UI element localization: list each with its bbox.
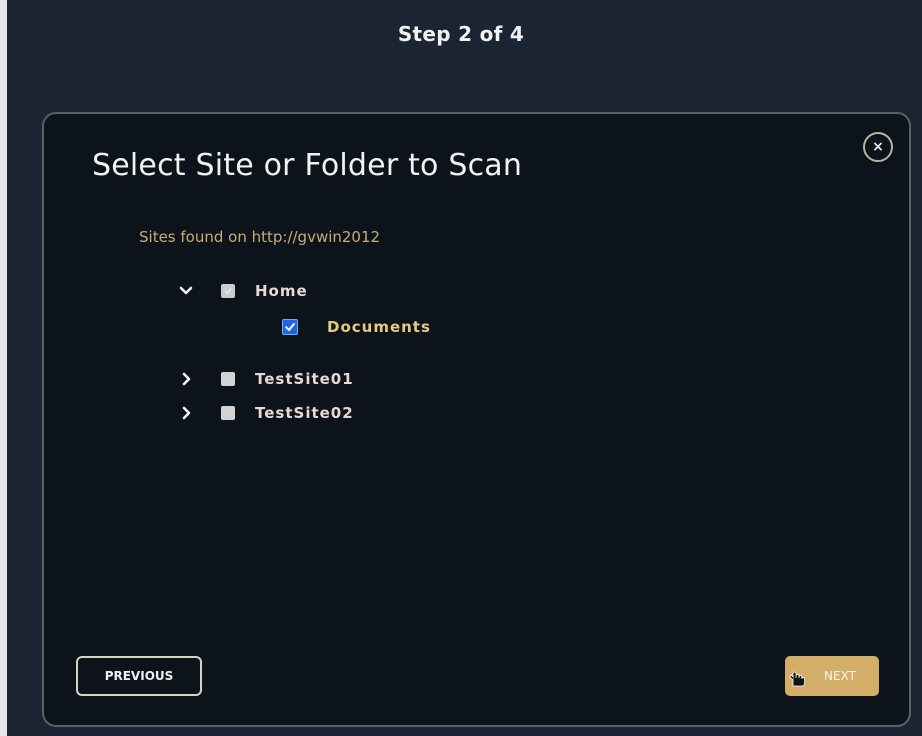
dialog-title: Select Site or Folder to Scan <box>92 148 523 183</box>
tree-node-documents[interactable]: Documents <box>282 318 431 336</box>
next-button-label: NEXT <box>824 669 856 683</box>
tree-node-testsite01[interactable]: TestSite01 <box>178 370 354 388</box>
testsite01-checkbox[interactable] <box>221 372 235 386</box>
sites-found-label: Sites found on http://gvwin2012 <box>139 228 381 246</box>
chevron-right-icon[interactable] <box>178 405 194 421</box>
close-icon[interactable]: × <box>872 139 884 155</box>
chevron-right-icon[interactable] <box>178 371 194 387</box>
tree-node-label: TestSite01 <box>255 370 354 388</box>
next-button[interactable]: NEXT <box>785 656 879 696</box>
tree-node-label: Home <box>255 282 308 300</box>
home-checkbox[interactable] <box>221 284 235 298</box>
chevron-down-icon[interactable] <box>178 283 194 299</box>
tree-node-label: Documents <box>327 318 431 336</box>
scan-dialog: × Select Site or Folder to Scan Sites fo… <box>42 112 911 727</box>
window-edge <box>0 0 7 736</box>
tree-node-testsite02[interactable]: TestSite02 <box>178 404 354 422</box>
documents-checkbox[interactable] <box>282 319 298 335</box>
testsite02-checkbox[interactable] <box>221 406 235 420</box>
step-indicator: Step 2 of 4 <box>397 22 525 46</box>
tree-node-home[interactable]: Home <box>178 282 308 300</box>
close-button[interactable]: × <box>863 132 893 162</box>
previous-button[interactable]: PREVIOUS <box>76 656 202 696</box>
tree-node-label: TestSite02 <box>255 404 354 422</box>
hand-pointer-icon <box>787 666 809 691</box>
